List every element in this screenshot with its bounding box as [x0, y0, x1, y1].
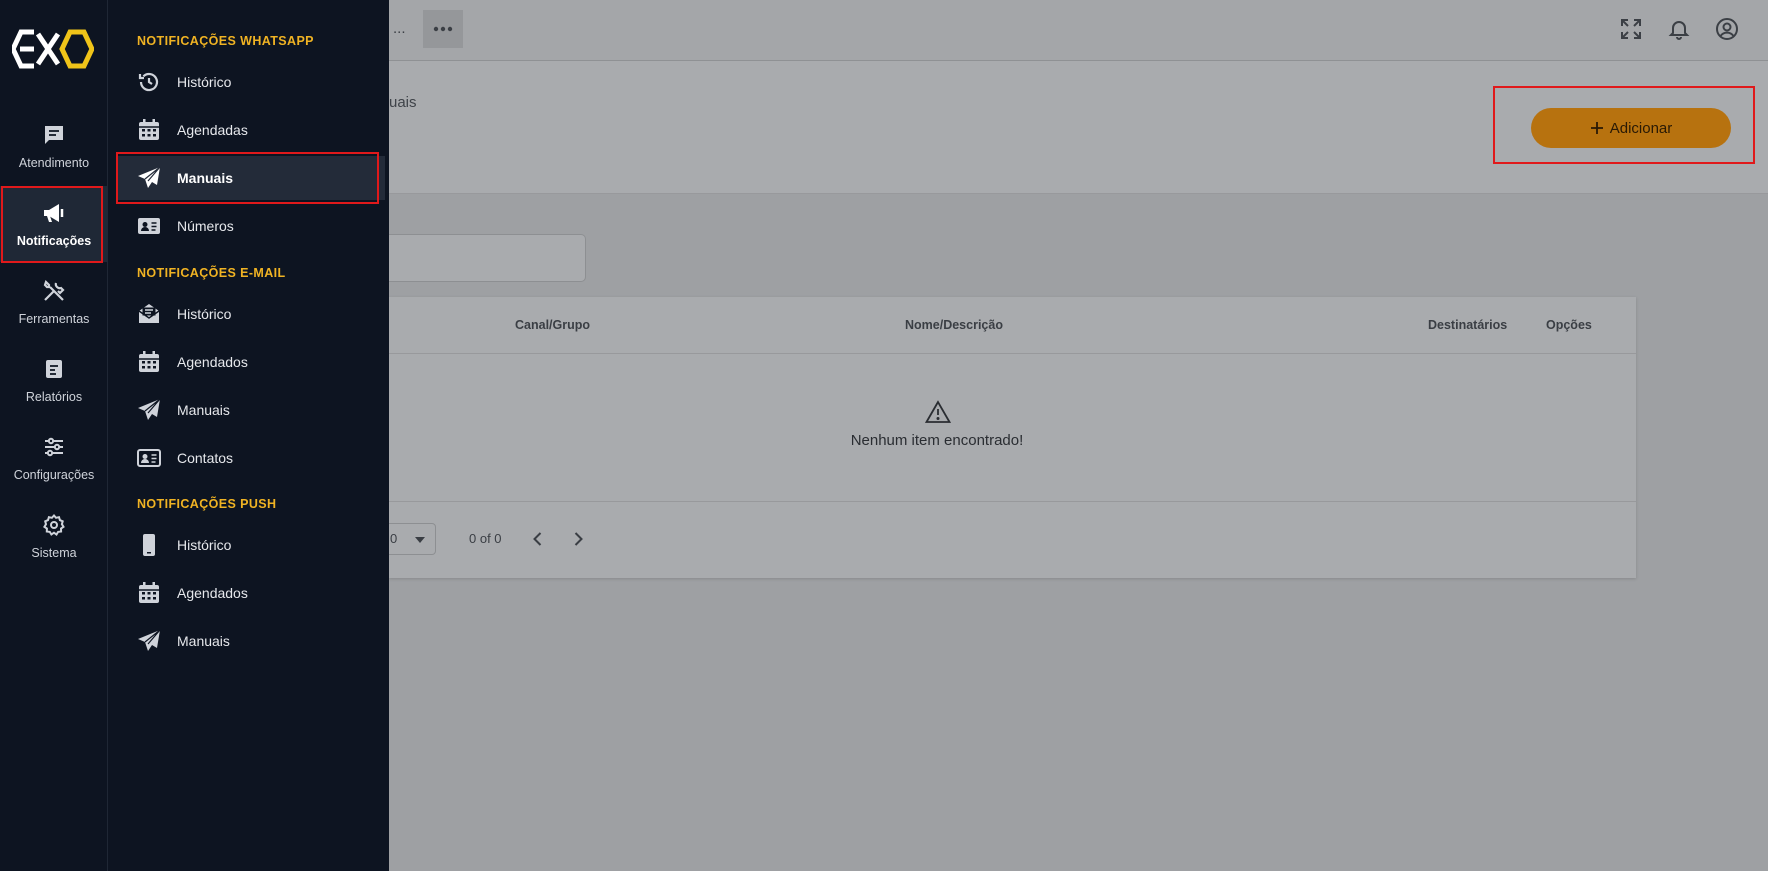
- open-tab-label: ...: [393, 20, 406, 37]
- submenu-item-email-contatos[interactable]: Contatos: [118, 436, 385, 480]
- submenu-item-whatsapp-agendadas[interactable]: Agendadas: [118, 108, 385, 152]
- column-destinatarios[interactable]: Destinatários: [1428, 318, 1507, 332]
- main-sidebar: Atendimento Notificações Ferramentas Rel…: [0, 0, 108, 871]
- tools-icon: [43, 279, 65, 301]
- send-icon: [138, 629, 161, 651]
- caret-down-icon: [415, 537, 425, 543]
- calendar-icon: [139, 119, 159, 140]
- highlight-box-add-button: [1493, 86, 1755, 164]
- send-icon: [138, 398, 161, 420]
- rail-item-label: Ferramentas: [18, 311, 90, 326]
- rail-item-label: Relatórios: [25, 389, 83, 404]
- submenu-item-email-agendados[interactable]: Agendados: [118, 340, 385, 384]
- fullscreen-icon[interactable]: [1619, 17, 1643, 41]
- search-input[interactable]: [389, 234, 586, 282]
- chevron-right-icon[interactable]: [568, 529, 588, 549]
- submenu-item-whatsapp-numeros[interactable]: Números: [118, 204, 385, 248]
- section-title-whatsapp: NOTIFICAÇÕES WHATSAPP: [137, 34, 314, 48]
- breadcrumb[interactable]: uais: [389, 94, 417, 111]
- column-opcoes: Opções: [1546, 318, 1592, 332]
- calendar-icon: [139, 351, 159, 372]
- pagination: 0 0 of 0: [389, 502, 1636, 578]
- rail-item-configuracoes[interactable]: Configurações: [0, 420, 108, 496]
- submenu-item-label: Agendados: [177, 354, 248, 370]
- submenu-item-push-historico[interactable]: Histórico: [118, 523, 385, 567]
- empty-message: Nenhum item encontrado!: [850, 432, 1024, 449]
- rail-item-relatorios[interactable]: Relatórios: [0, 342, 108, 418]
- rail-item-atendimento[interactable]: Atendimento: [0, 108, 108, 184]
- bell-icon[interactable]: [1667, 17, 1691, 41]
- gear-icon: [43, 513, 65, 536]
- tab-more-button[interactable]: [423, 10, 463, 48]
- rows-per-page-value: 0: [390, 531, 398, 546]
- submenu-item-label: Manuais: [177, 633, 230, 649]
- warning-icon: [925, 400, 951, 423]
- submenu-item-label: Histórico: [177, 537, 232, 553]
- rail-item-sistema[interactable]: Sistema: [0, 498, 108, 574]
- phone-icon: [143, 534, 155, 556]
- submenu-item-label: Manuais: [177, 402, 230, 418]
- submenu-item-label: Agendados: [177, 585, 248, 601]
- chevron-left-icon[interactable]: [528, 529, 548, 549]
- top-bar: ...: [389, 0, 1768, 61]
- rail-item-ferramentas[interactable]: Ferramentas: [0, 264, 108, 340]
- column-canal-grupo[interactable]: Canal/Grupo: [515, 318, 590, 332]
- highlight-box-manuais: [116, 152, 379, 204]
- submenu-item-label: Agendadas: [177, 122, 248, 138]
- history-icon: [138, 72, 159, 92]
- highlight-box-notificacoes: [1, 186, 103, 263]
- submenu-item-label: Contatos: [177, 450, 234, 466]
- evo-logo: [12, 29, 94, 69]
- submenu-item-email-manuais[interactable]: Manuais: [118, 388, 385, 432]
- report-icon: [46, 359, 62, 378]
- sliders-icon: [45, 437, 63, 456]
- column-nome-descricao[interactable]: Nome/Descrição: [905, 318, 1003, 332]
- contact-card-icon: [137, 449, 161, 467]
- section-title-push: NOTIFICAÇÕES PUSH: [137, 497, 277, 511]
- section-title-email: NOTIFICAÇÕES E-MAIL: [137, 266, 286, 280]
- notifications-table: Canal/Grupo Nome/Descrição Destinatários…: [389, 297, 1636, 578]
- submenu-item-label: Histórico: [177, 74, 232, 90]
- calendar-icon: [139, 582, 159, 603]
- rail-item-label: Atendimento: [18, 155, 90, 170]
- user-circle-icon[interactable]: [1715, 17, 1739, 41]
- table-header: Canal/Grupo Nome/Descrição Destinatários…: [389, 297, 1636, 354]
- submenu-item-push-agendados[interactable]: Agendados: [118, 571, 385, 615]
- rail-item-label: Configurações: [13, 467, 95, 482]
- page-range: 0 of 0: [469, 531, 502, 546]
- submenu-item-label: Números: [177, 218, 234, 234]
- notifications-submenu: NOTIFICAÇÕES WHATSAPP Histórico Agendada…: [108, 0, 389, 871]
- rail-item-label: Sistema: [31, 545, 77, 560]
- rows-per-page-select[interactable]: 0: [389, 523, 436, 555]
- submenu-item-label: Histórico: [177, 306, 232, 322]
- more-horizontal-icon: [433, 26, 453, 32]
- empty-state: Nenhum item encontrado!: [389, 354, 1636, 502]
- submenu-item-email-historico[interactable]: Histórico: [118, 292, 385, 336]
- submenu-item-push-manuais[interactable]: Manuais: [118, 619, 385, 663]
- submenu-item-whatsapp-historico[interactable]: Histórico: [118, 60, 385, 104]
- chat-icon: [45, 125, 63, 144]
- contact-card-icon: [138, 218, 160, 234]
- mail-open-icon: [138, 304, 160, 323]
